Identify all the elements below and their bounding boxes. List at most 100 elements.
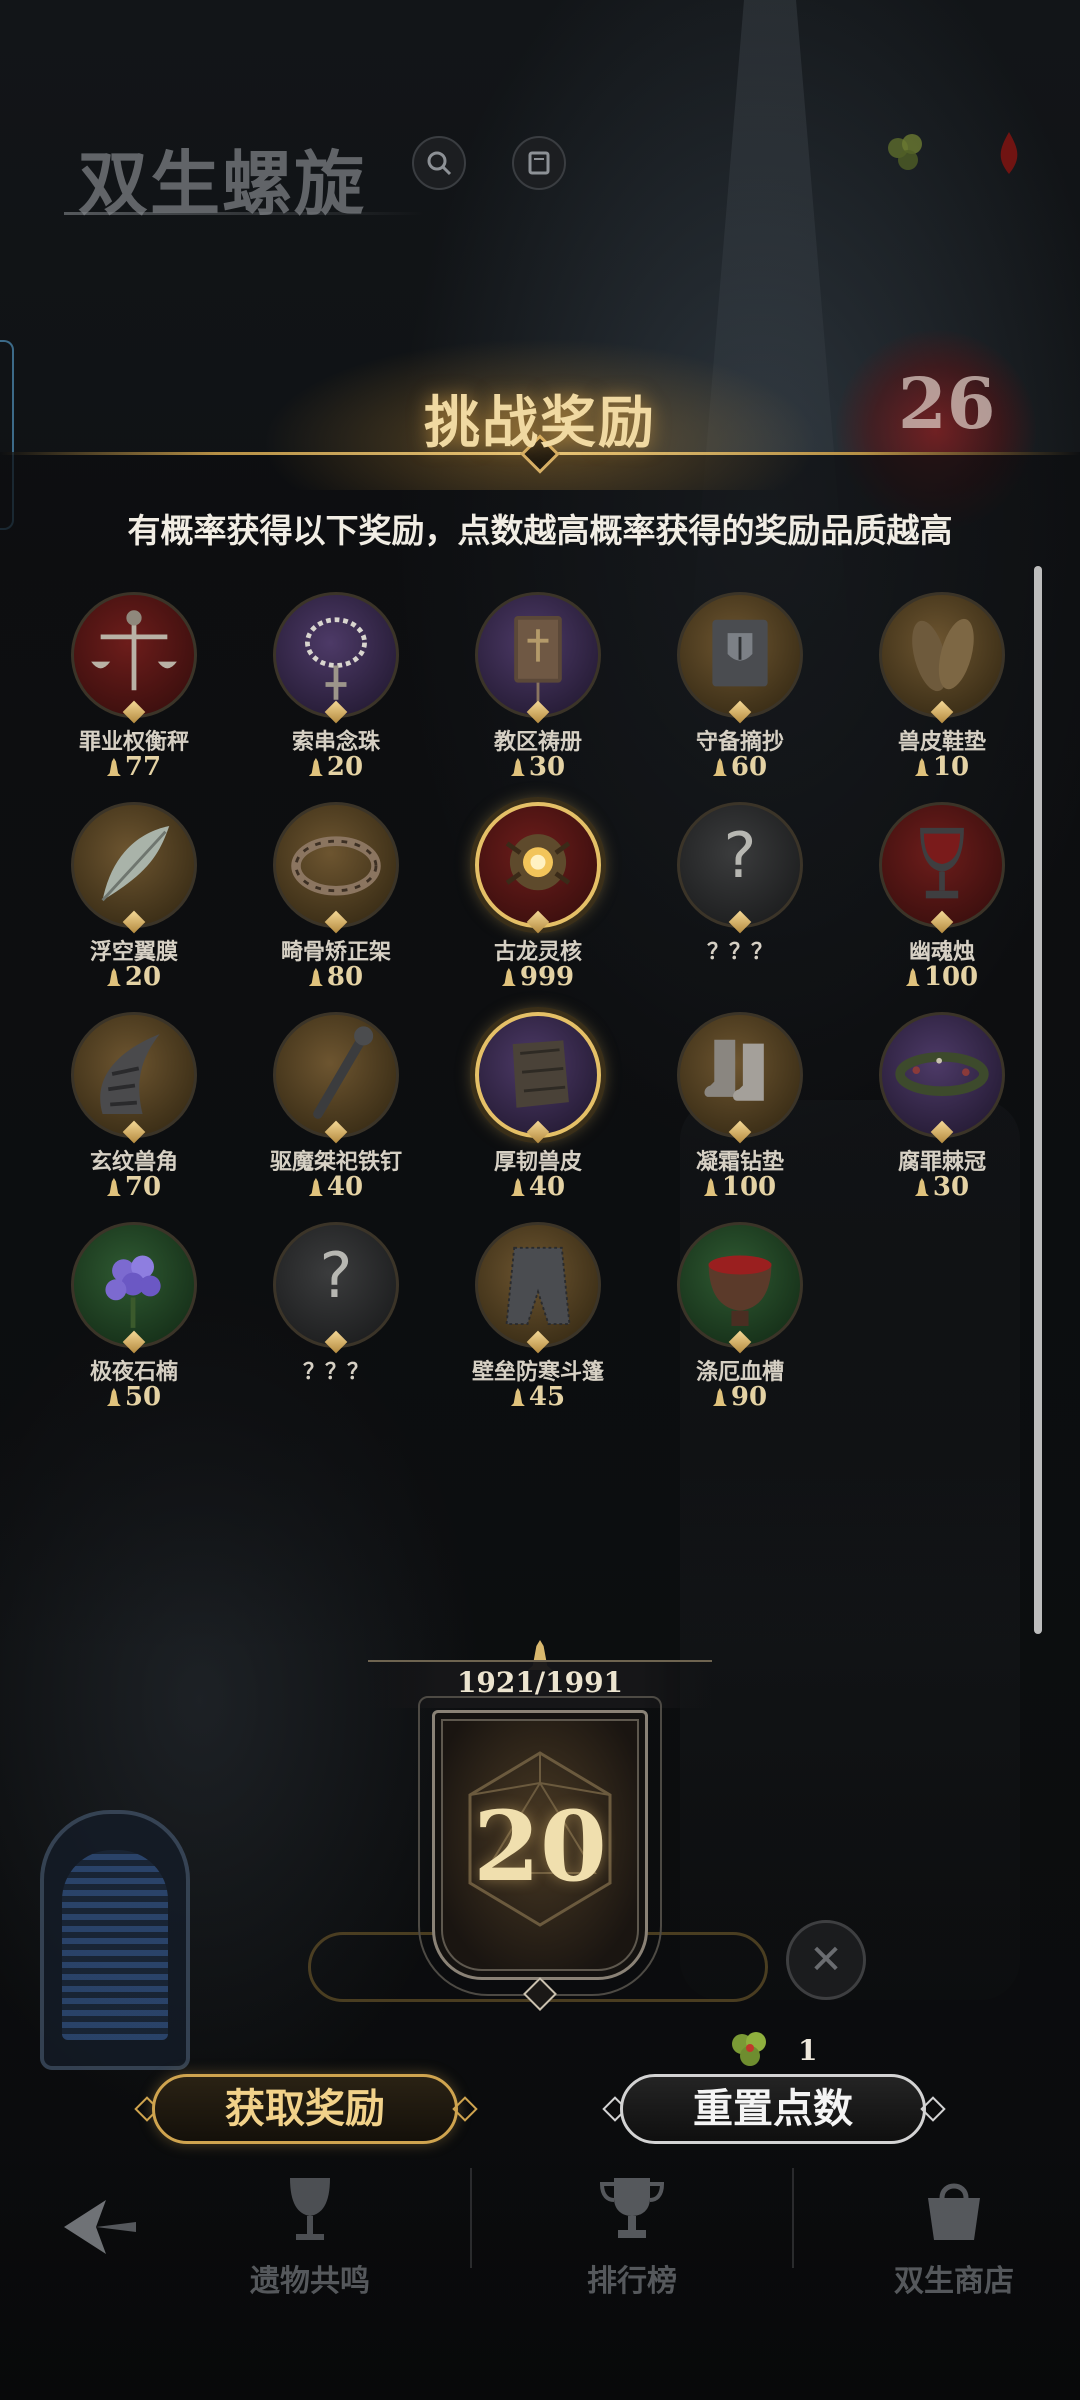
nav-item-leaderboard[interactable]: 排行榜 — [532, 2168, 732, 2318]
reward-item[interactable]: 畸骨矫正架 80 — [236, 802, 436, 992]
heather-icon — [71, 1222, 197, 1348]
bell-icon — [712, 1388, 727, 1406]
reward-item[interactable]: 凝霜钻垫 100 — [640, 1012, 840, 1202]
reward-item[interactable]: 驱魔桀祀铁钉 40 — [236, 1012, 436, 1202]
reward-cost: 30 — [438, 752, 638, 782]
reward-item[interactable]: 兽皮鞋垫 10 — [842, 592, 1042, 782]
reward-item[interactable]: 壁垒防寒斗篷 45 — [438, 1222, 638, 1412]
reward-item[interactable]: 极夜石楠 50 — [34, 1222, 234, 1412]
reward-cost-value: 50 — [124, 1382, 162, 1412]
portrait-art — [62, 1850, 168, 2040]
reward-item[interactable]: 玄纹兽角 70 — [34, 1012, 234, 1202]
reward-cost: 10 — [842, 752, 1042, 782]
reward-cost-value: 30 — [932, 1172, 970, 1202]
nav-label: 双生商店 — [894, 2264, 1014, 2299]
reward-cost-value: 999 — [519, 962, 575, 992]
nav-label: 遗物共鸣 — [250, 2264, 370, 2299]
nav-item-relic-resonance[interactable]: 遗物共鸣 — [210, 2168, 410, 2318]
iron-nail-icon — [273, 1012, 399, 1138]
bone-brace-icon — [273, 802, 399, 928]
claim-reward-button[interactable]: 获取奖励 — [152, 2074, 458, 2144]
reward-name: ？？？ — [302, 1359, 369, 1385]
back-arrow-icon[interactable] — [56, 2192, 142, 2262]
reward-cost-value: 77 — [124, 752, 162, 782]
reward-cost-value: 20 — [124, 962, 162, 992]
reward-cost-value: 90 — [730, 1382, 768, 1412]
reward-name: ？？？ — [706, 939, 773, 965]
reward-cost: 100 — [842, 962, 1042, 992]
prayer-book-icon — [475, 592, 601, 718]
reward-item[interactable]: 幽魂烛 100 — [842, 802, 1042, 992]
reward-item[interactable]: 涤厄血槽 90 — [640, 1222, 840, 1412]
reward-cost: 90 — [640, 1382, 840, 1412]
reward-cost-value: 10 — [932, 752, 970, 782]
bell-icon — [914, 758, 929, 776]
reward-item[interactable]: 腐罪棘冠 30 — [842, 1012, 1042, 1202]
bell-icon — [510, 1388, 525, 1406]
hide-icon — [475, 1012, 601, 1138]
scales-icon — [71, 592, 197, 718]
bell-icon — [712, 758, 727, 776]
insole-icon — [879, 592, 1005, 718]
reward-item[interactable]: 守备摘抄 60 — [640, 592, 840, 782]
nav-item-twin-shop[interactable]: 双生商店 — [854, 2168, 1054, 2318]
dice-value: 20 — [473, 1790, 607, 1903]
reward-cost-value: 40 — [528, 1172, 566, 1202]
bell-icon — [501, 968, 516, 986]
reward-item[interactable]: 教区祷册 30 — [438, 592, 638, 782]
reward-cost: 40 — [438, 1172, 638, 1202]
reward-cost: 45 — [438, 1382, 638, 1412]
reward-item[interactable]: 厚韧兽皮 40 — [438, 1012, 638, 1202]
blood-basin-icon — [677, 1222, 803, 1348]
dice-count: 1921/1991 — [456, 1666, 624, 1699]
clover-icon — [732, 2032, 766, 2066]
reward-item[interactable]: ? ？？？ — [236, 1222, 436, 1412]
bell-icon — [106, 968, 121, 986]
reward-cost-value: 30 — [528, 752, 566, 782]
shop-bag-icon — [928, 2183, 980, 2240]
horn-icon — [71, 1012, 197, 1138]
reward-cost-value: 45 — [528, 1382, 566, 1412]
reward-cost-value: 100 — [721, 1172, 777, 1202]
reward-cost-value: 20 — [326, 752, 364, 782]
bell-icon — [106, 1388, 121, 1406]
reward-cost-value: 70 — [124, 1172, 162, 1202]
reward-item[interactable]: 索串念珠 20 — [236, 592, 436, 782]
clover-count: 1 — [798, 2034, 818, 2067]
bell-icon — [106, 758, 121, 776]
reward-cost-value: 100 — [923, 962, 979, 992]
reset-points-button[interactable]: 重置点数 — [620, 2074, 926, 2144]
reward-item[interactable]: 浮空翼膜 20 — [34, 802, 234, 992]
unknown-icon: ? — [677, 802, 803, 928]
reward-cost: 60 — [640, 752, 840, 782]
reward-cost-value: 40 — [326, 1172, 364, 1202]
reward-cost-value: 60 — [730, 752, 768, 782]
reward-cost: 30 — [842, 1172, 1042, 1202]
bell-icon — [914, 1178, 929, 1196]
nav-separator — [470, 2168, 472, 2268]
bell-icon — [703, 1178, 718, 1196]
bell-icon — [905, 968, 920, 986]
bell-icon — [308, 758, 323, 776]
chainmail-icon — [475, 1222, 601, 1348]
nav-label: 排行榜 — [587, 2264, 677, 2299]
reward-cost: 100 — [640, 1172, 840, 1202]
crossed-swords-icon[interactable]: ✕ — [786, 1920, 866, 2000]
chalice-icon — [879, 802, 1005, 928]
shield-book-icon — [677, 592, 803, 718]
reward-cost: 70 — [34, 1172, 234, 1202]
reward-cost: 999 — [438, 962, 638, 992]
reward-item[interactable]: 古龙灵核 999 — [438, 802, 638, 992]
dragon-core-icon — [475, 802, 601, 928]
trophy-icon — [599, 2178, 665, 2238]
reward-cost: 20 — [34, 962, 234, 992]
bell-icon — [106, 1178, 121, 1196]
bell-icon — [510, 758, 525, 776]
goblet-icon — [290, 2178, 330, 2240]
reward-item[interactable]: ? ？？？ — [640, 802, 840, 992]
reward-cost: 20 — [236, 752, 436, 782]
bell-icon — [308, 968, 323, 986]
unknown-icon: ? — [273, 1222, 399, 1348]
reward-item[interactable]: 罪业权衡秤 77 — [34, 592, 234, 782]
reward-cost: 50 — [34, 1382, 234, 1412]
